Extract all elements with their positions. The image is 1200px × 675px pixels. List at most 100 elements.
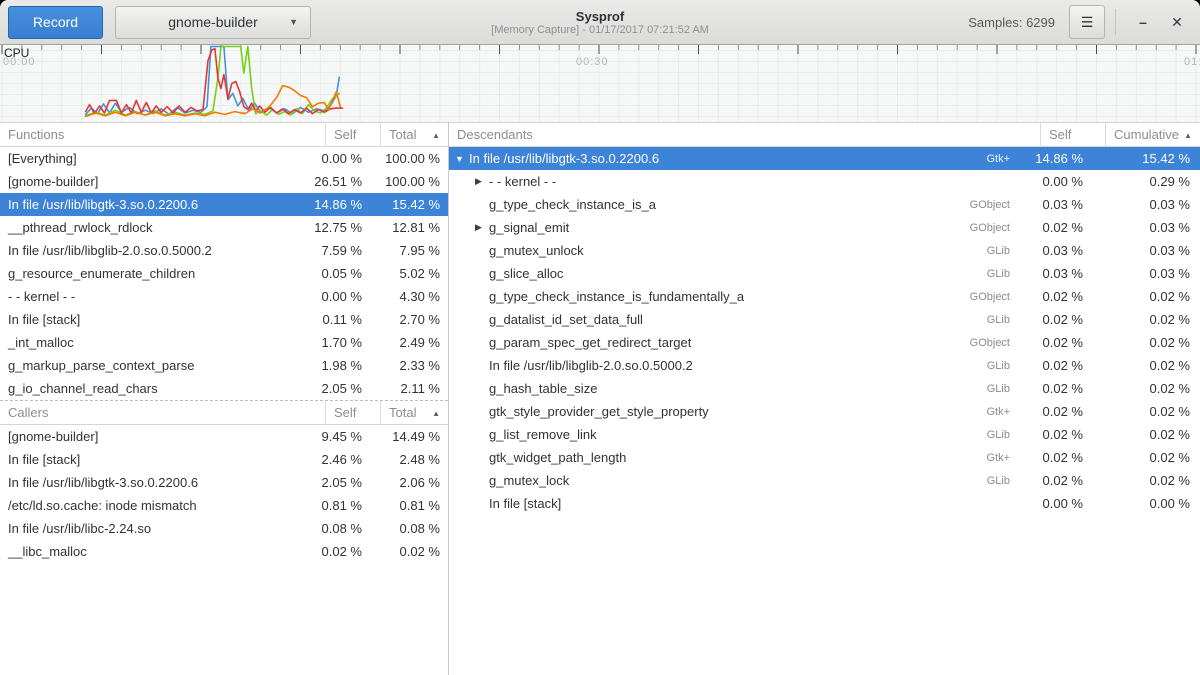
header-bar: Record gnome-builder ▼ Sysprof [Memory C… xyxy=(0,0,1200,45)
descendant-name-cell: gtk_style_provider_get_style_property Gtk… xyxy=(449,404,1018,419)
total-percent: 2.11 % xyxy=(372,381,448,396)
descendant-name-cell: g_type_check_instance_is_aGObject xyxy=(449,197,1018,212)
descendant-name-cell: In file /usr/lib/libglib-2.0.so.0.5000.2… xyxy=(449,358,1018,373)
descendant-name: gtk_style_provider_get_style_property xyxy=(489,404,709,419)
cumulative-percent: 0.02 % xyxy=(1095,358,1200,373)
cumulative-percent: 0.03 % xyxy=(1095,197,1200,212)
tree-row[interactable]: In file /usr/lib/libglib-2.0.so.0.5000.2… xyxy=(449,354,1200,377)
descendants-table-body: ▼In file /usr/lib/libgtk-3.so.0.2200.6Gt… xyxy=(449,147,1200,515)
tree-row[interactable]: ▶g_signal_emitGObject0.02 %0.03 % xyxy=(449,216,1200,239)
total-percent: 0.81 % xyxy=(372,498,448,513)
total-percent: 2.33 % xyxy=(372,358,448,373)
self-percent: 0.02 % xyxy=(1018,289,1095,304)
menu-button[interactable]: ☰ xyxy=(1069,5,1105,39)
self-percent: 0.08 % xyxy=(307,521,372,536)
table-row[interactable]: In file /usr/lib/libglib-2.0.so.0.5000.2… xyxy=(0,239,448,262)
self-percent: 1.70 % xyxy=(307,335,372,350)
tree-row[interactable]: ▶- - kernel - -0.00 %0.29 % xyxy=(449,170,1200,193)
descendant-name: g_slice_alloc xyxy=(489,266,563,281)
function-name: _int_malloc xyxy=(0,335,307,350)
tree-row[interactable]: gtk_widget_path_lengthGtk+0.02 %0.02 % xyxy=(449,446,1200,469)
descendants-column-header[interactable]: Descendants xyxy=(449,123,1040,147)
library-tag: Gtk+ xyxy=(986,406,1010,418)
tree-row[interactable]: In file [stack]0.00 %0.00 % xyxy=(449,492,1200,515)
descendants-cumulative-column-header[interactable]: Cumulative▲ xyxy=(1105,123,1200,147)
functions-column-header[interactable]: Functions xyxy=(0,123,325,147)
self-percent: 0.11 % xyxy=(307,312,372,327)
minimize-button[interactable]: – xyxy=(1126,14,1160,30)
tree-row[interactable]: g_hash_table_sizeGLib0.02 %0.02 % xyxy=(449,377,1200,400)
function-name: [gnome-builder] xyxy=(0,429,307,444)
table-row[interactable]: g_markup_parse_context_parse1.98 %2.33 % xyxy=(0,354,448,377)
table-row[interactable]: _int_malloc1.70 %2.49 % xyxy=(0,331,448,354)
total-percent: 7.95 % xyxy=(372,243,448,258)
expander-closed-icon[interactable]: ▶ xyxy=(475,176,489,187)
table-row[interactable]: [gnome-builder]9.45 %14.49 % xyxy=(0,425,448,448)
sort-ascending-icon: ▲ xyxy=(432,131,440,140)
table-row[interactable]: [gnome-builder]26.51 %100.00 % xyxy=(0,170,448,193)
table-row[interactable]: In file [stack]0.11 %2.70 % xyxy=(0,308,448,331)
table-row[interactable]: In file /usr/lib/libgtk-3.so.0.2200.62.0… xyxy=(0,471,448,494)
table-row[interactable]: [Everything]0.00 %100.00 % xyxy=(0,147,448,170)
self-percent: 0.03 % xyxy=(1018,243,1095,258)
cpu-series-cpu0 xyxy=(86,47,340,115)
tree-row[interactable]: g_type_check_instance_is_fundamentally_a… xyxy=(449,285,1200,308)
callers-total-column-header[interactable]: Total▲ xyxy=(380,401,448,425)
descendant-name: g_mutex_unlock xyxy=(489,243,584,258)
table-row[interactable]: - - kernel - -0.00 %4.30 % xyxy=(0,285,448,308)
table-row[interactable]: In file /usr/lib/libc-2.24.so0.08 %0.08 … xyxy=(0,517,448,540)
close-button[interactable]: ✕ xyxy=(1160,14,1194,31)
descendant-name: - - kernel - - xyxy=(489,174,556,189)
descendant-name: g_type_check_instance_is_a xyxy=(489,197,656,212)
tree-row[interactable]: g_mutex_unlockGLib0.03 %0.03 % xyxy=(449,239,1200,262)
functions-self-column-header[interactable]: Self xyxy=(325,123,380,147)
self-percent: 0.00 % xyxy=(307,289,372,304)
table-row[interactable]: g_io_channel_read_chars2.05 %2.11 % xyxy=(0,377,448,400)
total-percent: 5.02 % xyxy=(372,266,448,281)
table-row[interactable]: /etc/ld.so.cache: inode mismatch0.81 %0.… xyxy=(0,494,448,517)
descendant-name-cell: g_slice_allocGLib xyxy=(449,266,1018,281)
table-row[interactable]: In file /usr/lib/libgtk-3.so.0.2200.614.… xyxy=(0,193,448,216)
cumulative-percent: 0.02 % xyxy=(1095,404,1200,419)
callers-self-column-header[interactable]: Self xyxy=(325,401,380,425)
callers-column-header[interactable]: Callers xyxy=(0,401,325,425)
cumulative-percent: 0.02 % xyxy=(1095,473,1200,488)
cumulative-percent: 15.42 % xyxy=(1095,151,1200,166)
table-row[interactable]: __libc_malloc0.02 %0.02 % xyxy=(0,540,448,563)
function-name: In file /usr/lib/libc-2.24.so xyxy=(0,521,307,536)
descendant-name: g_list_remove_link xyxy=(489,427,597,442)
expander-open-icon[interactable]: ▼ xyxy=(455,154,469,164)
self-percent: 9.45 % xyxy=(307,429,372,444)
target-process-dropdown[interactable]: gnome-builder ▼ xyxy=(115,6,311,39)
tree-row[interactable]: g_slice_allocGLib0.03 %0.03 % xyxy=(449,262,1200,285)
tree-row[interactable]: g_type_check_instance_is_aGObject0.03 %0… xyxy=(449,193,1200,216)
tree-row[interactable]: g_list_remove_linkGLib0.02 %0.02 % xyxy=(449,423,1200,446)
descendant-name: In file /usr/lib/libglib-2.0.so.0.5000.2 xyxy=(489,358,693,373)
self-percent: 0.81 % xyxy=(307,498,372,513)
tree-row[interactable]: g_mutex_lockGLib0.02 %0.02 % xyxy=(449,469,1200,492)
self-percent: 14.86 % xyxy=(307,197,372,212)
tree-row[interactable]: g_param_spec_get_redirect_targetGObject0… xyxy=(449,331,1200,354)
table-row[interactable]: g_resource_enumerate_children0.05 %5.02 … xyxy=(0,262,448,285)
record-button[interactable]: Record xyxy=(8,6,103,39)
library-tag: GObject xyxy=(970,291,1010,303)
descendant-name: g_hash_table_size xyxy=(489,381,597,396)
descendants-self-column-header[interactable]: Self xyxy=(1040,123,1105,147)
tree-row[interactable]: ▼In file /usr/lib/libgtk-3.so.0.2200.6Gt… xyxy=(449,147,1200,170)
tree-row[interactable]: gtk_style_provider_get_style_property Gtk… xyxy=(449,400,1200,423)
tree-row[interactable]: g_datalist_id_set_data_fullGLib0.02 %0.0… xyxy=(449,308,1200,331)
total-percent: 100.00 % xyxy=(372,151,448,166)
self-percent: 0.00 % xyxy=(1018,174,1095,189)
cpu-timeline-chart[interactable]: CPU 00:00 00:30 01:00 xyxy=(0,45,1200,123)
self-percent: 7.59 % xyxy=(307,243,372,258)
library-tag: GLib xyxy=(987,383,1010,395)
library-tag: GObject xyxy=(970,222,1010,234)
expander-closed-icon[interactable]: ▶ xyxy=(475,222,489,233)
function-name: /etc/ld.so.cache: inode mismatch xyxy=(0,498,307,513)
function-name: In file /usr/lib/libgtk-3.so.0.2200.6 xyxy=(0,475,307,490)
self-percent: 0.00 % xyxy=(1018,496,1095,511)
table-row[interactable]: __pthread_rwlock_rdlock12.75 %12.81 % xyxy=(0,216,448,239)
functions-total-column-header[interactable]: Total▲ xyxy=(380,123,448,147)
descendant-name: g_datalist_id_set_data_full xyxy=(489,312,643,327)
table-row[interactable]: In file [stack]2.46 %2.48 % xyxy=(0,448,448,471)
